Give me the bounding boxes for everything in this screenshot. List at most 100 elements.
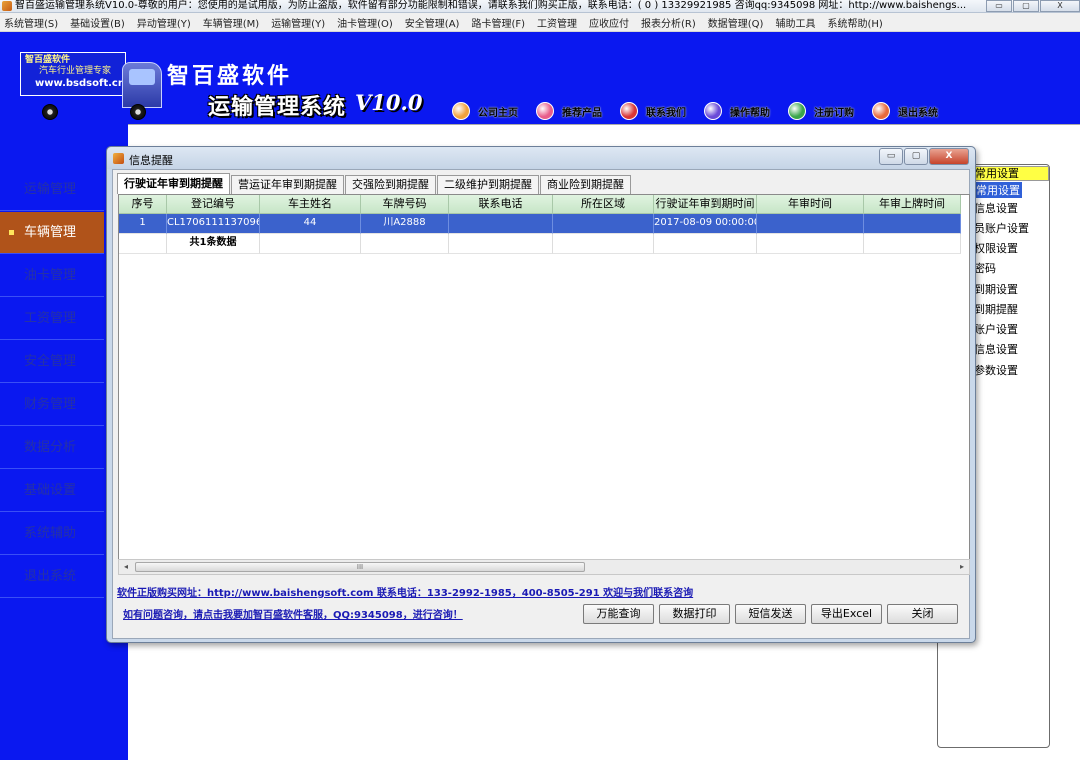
settings-item[interactable]: 到期设置 <box>974 281 1018 297</box>
truck-wheel-icon <box>130 104 146 120</box>
logo: 智百盛软件 汽车行业管理专家 www.bsdsoft.cn <box>20 52 126 96</box>
sidebar-item-system-aux[interactable]: 系统辅助 <box>0 513 104 555</box>
logo-line1: 智百盛软件 <box>25 55 71 65</box>
total-cell <box>260 234 361 254</box>
menu-data[interactable]: 数据管理(Q) <box>708 15 764 30</box>
total-cell <box>119 234 167 254</box>
cell-index: 1 <box>119 214 167 234</box>
system-version: V10.0 <box>355 90 423 115</box>
sidebar-item-analysis[interactable]: 数据分析 <box>0 427 104 469</box>
restore-button[interactable]: ▢ <box>1013 0 1039 12</box>
horizontal-scrollbar[interactable]: ◂ III ▸ <box>118 559 970 575</box>
truck-wheel-icon <box>42 104 58 120</box>
link-exit[interactable]: 退出系统 <box>872 102 938 120</box>
column-header[interactable]: 登记编号 <box>167 195 260 214</box>
menu-vehicles[interactable]: 车辆管理(M) <box>203 15 259 30</box>
menu-help[interactable]: 系统帮助(H) <box>827 15 882 30</box>
cell-owner-name: 44 <box>260 214 361 234</box>
column-header[interactable]: 年审上牌时间 <box>864 195 961 214</box>
column-header[interactable]: 联系电话 <box>449 195 553 214</box>
scroll-right-icon[interactable]: ▸ <box>955 560 969 574</box>
dialog-close-button[interactable]: X <box>929 148 969 165</box>
dialog-button-row: 万能查询 数据打印 短信发送 导出Excel 关闭 <box>583 604 963 624</box>
link-homepage[interactable]: 公司主页 <box>452 102 518 120</box>
settings-header[interactable]: 常用设置 <box>972 166 1049 181</box>
support-contact-link[interactable]: 如有问题咨询，请点击我要加智百盛软件客服，QQ:9345098，进行咨询！ <box>123 606 463 621</box>
sidebar-item-finance[interactable]: 财务管理 <box>0 384 104 426</box>
dialog-title: 信息提醒 <box>129 154 173 167</box>
menu-reports[interactable]: 报表分析(R) <box>641 15 696 30</box>
cell-license-due: 2017-08-09 00:00:00 <box>654 214 757 234</box>
sidebar-item-transport[interactable]: 运输管理 <box>0 169 104 211</box>
table-row[interactable]: 1 CL17061111370969 44 川A2888 2017-08-09 … <box>119 214 961 234</box>
menu-transport[interactable]: 运输管理(Y) <box>271 15 325 30</box>
total-cell <box>553 234 654 254</box>
sidebar-item-fuel-card[interactable]: 油卡管理 <box>0 255 104 297</box>
settings-item[interactable]: 权限设置 <box>974 240 1018 256</box>
app-icon <box>2 1 12 11</box>
menu-fuel-card[interactable]: 油卡管理(O) <box>337 15 393 30</box>
scroll-left-icon[interactable]: ◂ <box>119 560 133 574</box>
purchase-info-link[interactable]: 软件正版购买网址：http://www.baishengsoft.com 联系电… <box>117 584 693 599</box>
tab-commercial-insurance[interactable]: 商业险到期提醒 <box>540 175 631 194</box>
reminder-dialog: 信息提醒 ▭ ▢ X 行驶证年审到期提醒 营运证年审到期提醒 交强险到期提醒 二… <box>106 146 976 643</box>
link-register[interactable]: 注册订购 <box>788 102 854 120</box>
total-cell <box>757 234 864 254</box>
menu-payroll[interactable]: 工资管理 <box>537 15 577 30</box>
minimize-button[interactable]: ▭ <box>986 0 1012 12</box>
window-titlebar: 智百盛运输管理系统V10.0-尊敬的用户：您使用的是试用版，为防止盗版，软件留有… <box>0 0 1080 13</box>
column-header[interactable]: 车牌号码 <box>361 195 449 214</box>
menu-basic-settings[interactable]: 基础设置(B) <box>70 15 125 30</box>
menu-road-card[interactable]: 路卡管理(F) <box>471 15 525 30</box>
export-excel-button[interactable]: 导出Excel <box>811 604 882 624</box>
sms-send-button[interactable]: 短信发送 <box>735 604 806 624</box>
dialog-minimize-button[interactable]: ▭ <box>879 148 903 165</box>
cell-registration-no: CL17061111370969 <box>167 214 260 234</box>
menu-system[interactable]: 系统管理(S) <box>4 15 58 30</box>
cell-region <box>553 214 654 234</box>
settings-item[interactable]: 参数设置 <box>974 362 1018 378</box>
sidebar-item-vehicles[interactable]: 车辆管理 <box>0 212 104 254</box>
tab-maintenance[interactable]: 二级维护到期提醒 <box>437 175 539 194</box>
scroll-thumb[interactable]: III <box>135 562 585 572</box>
link-contact[interactable]: 联系我们 <box>620 102 686 120</box>
print-button[interactable]: 数据打印 <box>659 604 730 624</box>
column-header[interactable]: 行驶证年审到期时间 <box>654 195 757 214</box>
column-header[interactable]: 车主姓名 <box>260 195 361 214</box>
universal-query-button[interactable]: 万能查询 <box>583 604 654 624</box>
link-products[interactable]: 推荐产品 <box>536 102 602 120</box>
logo-line2: 汽车行业管理专家 <box>39 66 112 76</box>
settings-item[interactable]: 账户设置 <box>974 321 1018 337</box>
tab-operating-permit[interactable]: 营运证年审到期提醒 <box>231 175 344 194</box>
settings-item[interactable]: 到期提醒 <box>974 301 1018 317</box>
column-header[interactable]: 年审时间 <box>757 195 864 214</box>
sidebar-item-safety[interactable]: 安全管理 <box>0 341 104 383</box>
tab-license-review[interactable]: 行驶证年审到期提醒 <box>117 173 230 194</box>
sidebar-item-basic-settings[interactable]: 基础设置 <box>0 470 104 512</box>
settings-item[interactable]: 密码 <box>974 260 996 276</box>
tab-compulsory-insurance[interactable]: 交强险到期提醒 <box>345 175 436 194</box>
settings-item[interactable]: 员账户设置 <box>974 220 1029 236</box>
link-help[interactable]: 操作帮助 <box>704 102 770 120</box>
menu-tools[interactable]: 辅助工具 <box>775 15 815 30</box>
truck-icon <box>122 62 162 108</box>
menu-safety[interactable]: 安全管理(A) <box>405 15 460 30</box>
dialog-restore-button[interactable]: ▢ <box>904 148 928 165</box>
total-cell <box>864 234 961 254</box>
total-cell <box>361 234 449 254</box>
data-grid[interactable]: 序号 登记编号 车主姓名 车牌号码 联系电话 所在区域 行驶证年审到期时间 年审… <box>118 194 970 569</box>
sidebar-item-payroll[interactable]: 工资管理 <box>0 298 104 340</box>
settings-item[interactable]: 信息设置 <box>974 200 1018 216</box>
menu-receivables[interactable]: 应收应付 <box>589 15 629 30</box>
column-header[interactable]: 序号 <box>119 195 167 214</box>
settings-item[interactable]: 信息设置 <box>974 341 1018 357</box>
menu-changes[interactable]: 异动管理(Y) <box>137 15 191 30</box>
grid-header-row: 序号 登记编号 车主姓名 车牌号码 联系电话 所在区域 行驶证年审到期时间 年审… <box>119 195 961 214</box>
close-dialog-button[interactable]: 关闭 <box>887 604 958 624</box>
settings-item[interactable]: 常用设置 <box>974 182 1022 198</box>
sidebar-item-exit[interactable]: 退出系统 <box>0 556 104 598</box>
tab-strip: 行驶证年审到期提醒 营运证年审到期提醒 交强险到期提醒 二级维护到期提醒 商业险… <box>117 173 632 194</box>
product-icon <box>536 102 554 120</box>
close-button[interactable]: X <box>1040 0 1080 12</box>
column-header[interactable]: 所在区域 <box>553 195 654 214</box>
